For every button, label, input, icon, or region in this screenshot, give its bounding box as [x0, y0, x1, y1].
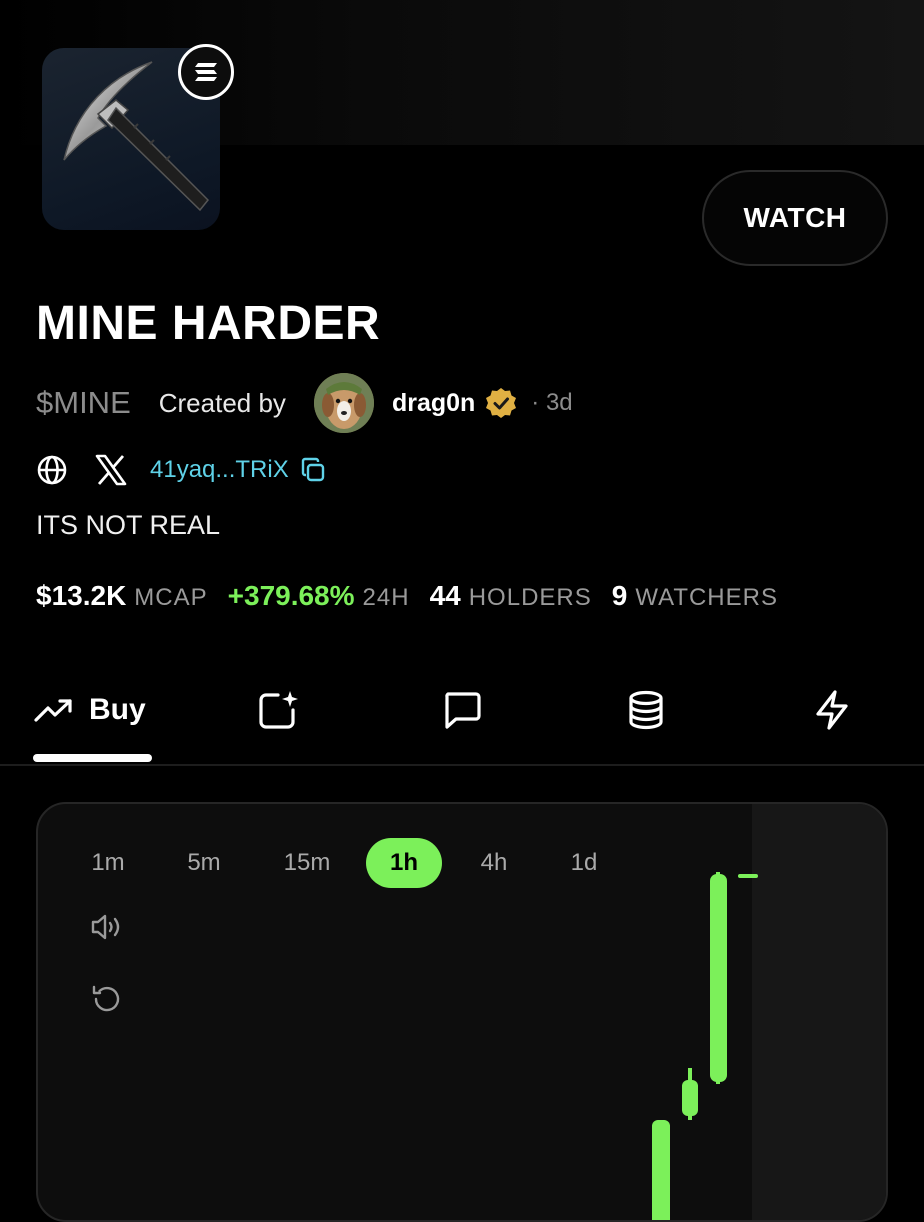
- change-value: +379.68%: [227, 580, 355, 611]
- lightning-icon: [816, 690, 848, 730]
- x-twitter-icon[interactable]: [94, 454, 128, 486]
- watchers-label: WATCHERS: [635, 584, 778, 611]
- token-ticker: $MINE: [36, 385, 131, 420]
- links-row: 41yaq...TRiX: [36, 450, 327, 490]
- token-description: ITS NOT REAL: [36, 510, 221, 540]
- tab-create[interactable]: [256, 680, 300, 740]
- mcap-value: $13.2K: [36, 580, 127, 611]
- tab-chat[interactable]: [440, 680, 484, 740]
- verified-badge-icon: [486, 388, 517, 418]
- tab-buy-label: Buy: [89, 693, 146, 726]
- creator-name[interactable]: drag0n: [392, 389, 475, 418]
- contract-address[interactable]: 41yaq...TRiX: [150, 456, 289, 484]
- chat-icon: [445, 692, 481, 729]
- globe-icon[interactable]: [36, 454, 68, 486]
- candle-3: [710, 874, 727, 1082]
- coins-stack-icon: [629, 690, 663, 730]
- change-label: 24H: [362, 584, 410, 611]
- watchers-value: 9: [611, 580, 628, 611]
- token-age: · 3d: [531, 389, 573, 416]
- holders-label: HOLDERS: [468, 584, 592, 611]
- created-by-label: Created by: [158, 387, 286, 418]
- candle-1: [652, 1120, 670, 1220]
- stats-row: $13.2K MCAP +379.68% 24H 44 HOLDERS 9 WA…: [36, 580, 798, 622]
- tab-buy[interactable]: Buy: [33, 680, 146, 740]
- creator-avatar[interactable]: [313, 373, 374, 433]
- active-tab-indicator: [33, 754, 152, 762]
- copy-icon[interactable]: [299, 456, 327, 484]
- tab-activity[interactable]: [810, 680, 854, 740]
- trending-up-icon: [34, 699, 72, 722]
- mcap-label: MCAP: [134, 584, 208, 611]
- sparkle-image-icon: [259, 691, 298, 729]
- price-chart[interactable]: 1m 5m 15m 1h 4h 1d: [36, 802, 888, 1222]
- token-name: MINE HARDER: [36, 297, 381, 350]
- tab-divider: [0, 764, 924, 766]
- tab-holders[interactable]: [624, 680, 668, 740]
- watch-button[interactable]: WATCH: [702, 170, 888, 266]
- candlestick-plot: [652, 872, 758, 1220]
- holders-value: 44: [429, 580, 461, 611]
- solana-icon: [178, 44, 234, 100]
- token-meta-row: $MINE Created by drag0n · 3d: [36, 372, 573, 434]
- candle-2: [682, 1080, 698, 1116]
